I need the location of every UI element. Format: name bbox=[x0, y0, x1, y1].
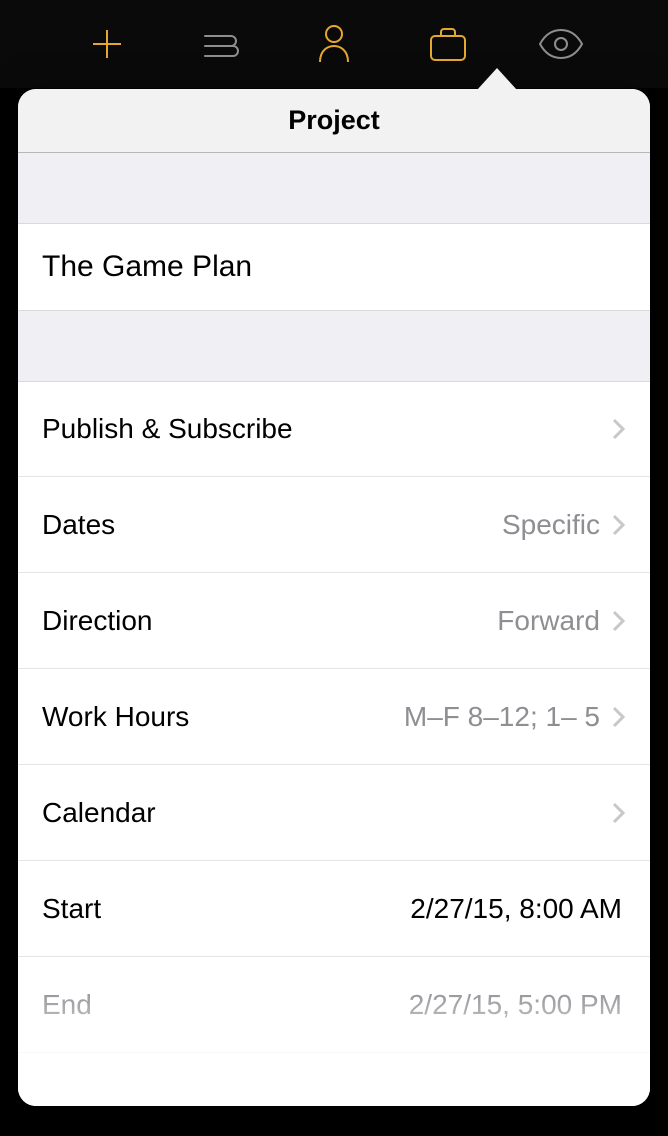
section-gap bbox=[18, 311, 650, 381]
chevron-right-icon bbox=[612, 513, 626, 537]
row-value: Specific bbox=[502, 509, 600, 541]
setting-row[interactable]: DatesSpecific bbox=[18, 477, 650, 573]
setting-row[interactable]: Publish & Subscribe bbox=[18, 381, 650, 477]
chevron-right-icon bbox=[612, 417, 626, 441]
project-popover: Project The Game Plan Publish & Subscrib… bbox=[18, 89, 650, 1106]
row-value: Forward bbox=[497, 605, 600, 637]
popover-arrow bbox=[477, 68, 517, 90]
setting-row[interactable]: Work HoursM–F 8–12; 1– 5 bbox=[18, 669, 650, 765]
popover-title: Project bbox=[288, 105, 380, 136]
settings-rows: Publish & SubscribeDatesSpecificDirectio… bbox=[18, 381, 650, 1106]
chevron-right-icon bbox=[612, 801, 626, 825]
row-value: 2/27/15, 8:00 AM bbox=[410, 893, 622, 925]
section-gap bbox=[18, 153, 650, 223]
chevron-right-icon bbox=[612, 609, 626, 633]
lines-icon[interactable] bbox=[195, 19, 245, 69]
row-label: Dates bbox=[42, 509, 502, 541]
top-toolbar bbox=[0, 0, 668, 88]
setting-row[interactable]: End2/27/15, 5:00 PM bbox=[18, 957, 650, 1053]
row-label: End bbox=[42, 989, 409, 1021]
person-icon[interactable] bbox=[309, 19, 359, 69]
chevron-right-icon bbox=[612, 705, 626, 729]
row-value: $0 bbox=[591, 1085, 622, 1107]
row-label: Start bbox=[42, 893, 410, 925]
setting-row[interactable]: Start2/27/15, 8:00 AM bbox=[18, 861, 650, 957]
row-value: M–F 8–12; 1– 5 bbox=[404, 701, 600, 733]
setting-row[interactable]: Calendar bbox=[18, 765, 650, 861]
briefcase-icon[interactable] bbox=[423, 19, 473, 69]
row-label: Publish & Subscribe bbox=[42, 413, 612, 445]
project-name-row[interactable]: The Game Plan bbox=[18, 223, 650, 311]
eye-icon[interactable] bbox=[536, 19, 586, 69]
row-label: Total Cost bbox=[42, 1085, 591, 1107]
row-label: Work Hours bbox=[42, 701, 404, 733]
project-name-label: The Game Plan bbox=[42, 250, 252, 284]
row-label: Direction bbox=[42, 605, 497, 637]
setting-row[interactable]: DirectionForward bbox=[18, 573, 650, 669]
popover-header: Project bbox=[18, 89, 650, 153]
plus-icon[interactable] bbox=[82, 19, 132, 69]
row-value: 2/27/15, 5:00 PM bbox=[409, 989, 622, 1021]
setting-row[interactable]: Total Cost$0 bbox=[18, 1053, 650, 1106]
row-label: Calendar bbox=[42, 797, 612, 829]
